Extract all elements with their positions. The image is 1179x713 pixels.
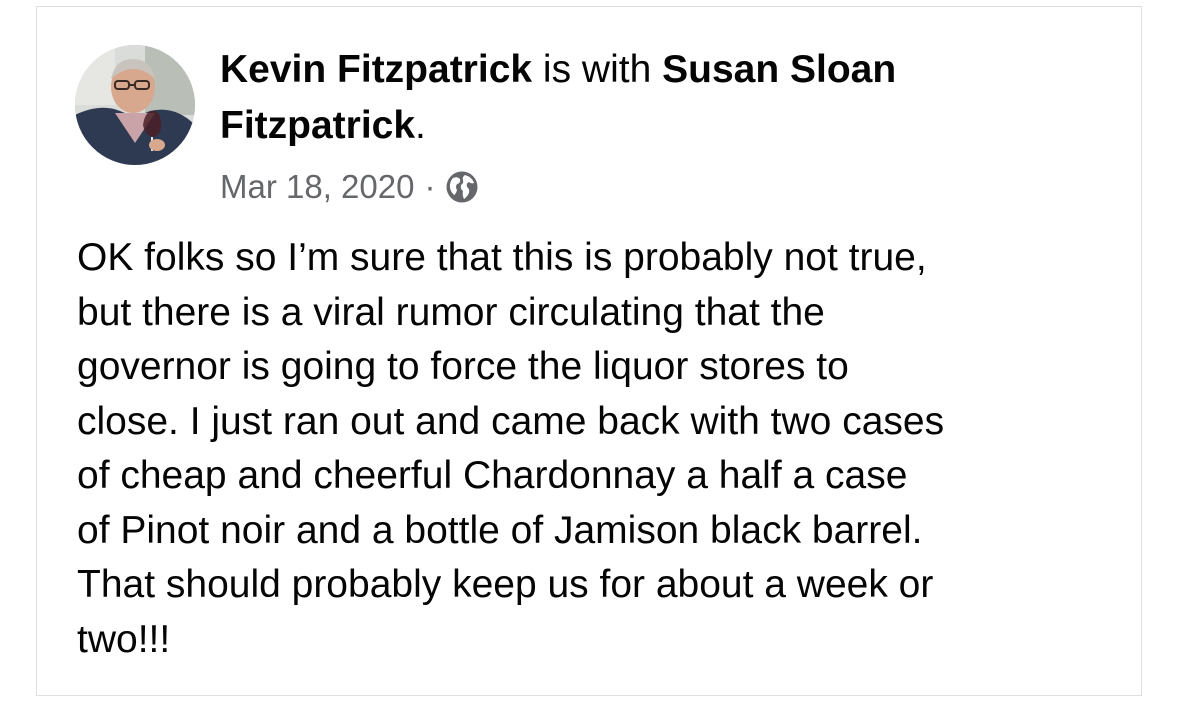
avatar[interactable] bbox=[75, 45, 195, 165]
post-meta: Mar 18, 2020 · bbox=[220, 164, 479, 210]
post-header: Kevin Fitzpatrick is with Susan Sloan Fi… bbox=[220, 42, 1070, 154]
author-name-link[interactable]: Kevin Fitzpatrick bbox=[220, 48, 532, 91]
avatar-photo bbox=[75, 45, 195, 165]
post-body-text: OK folks so I’m sure that this is probab… bbox=[77, 236, 945, 661]
globe-icon[interactable] bbox=[445, 170, 479, 204]
post-date-link[interactable]: Mar 18, 2020 bbox=[220, 164, 414, 210]
tagged-suffix: . bbox=[415, 104, 426, 147]
with-text: is with bbox=[542, 48, 652, 91]
meta-separator: · bbox=[424, 168, 436, 205]
